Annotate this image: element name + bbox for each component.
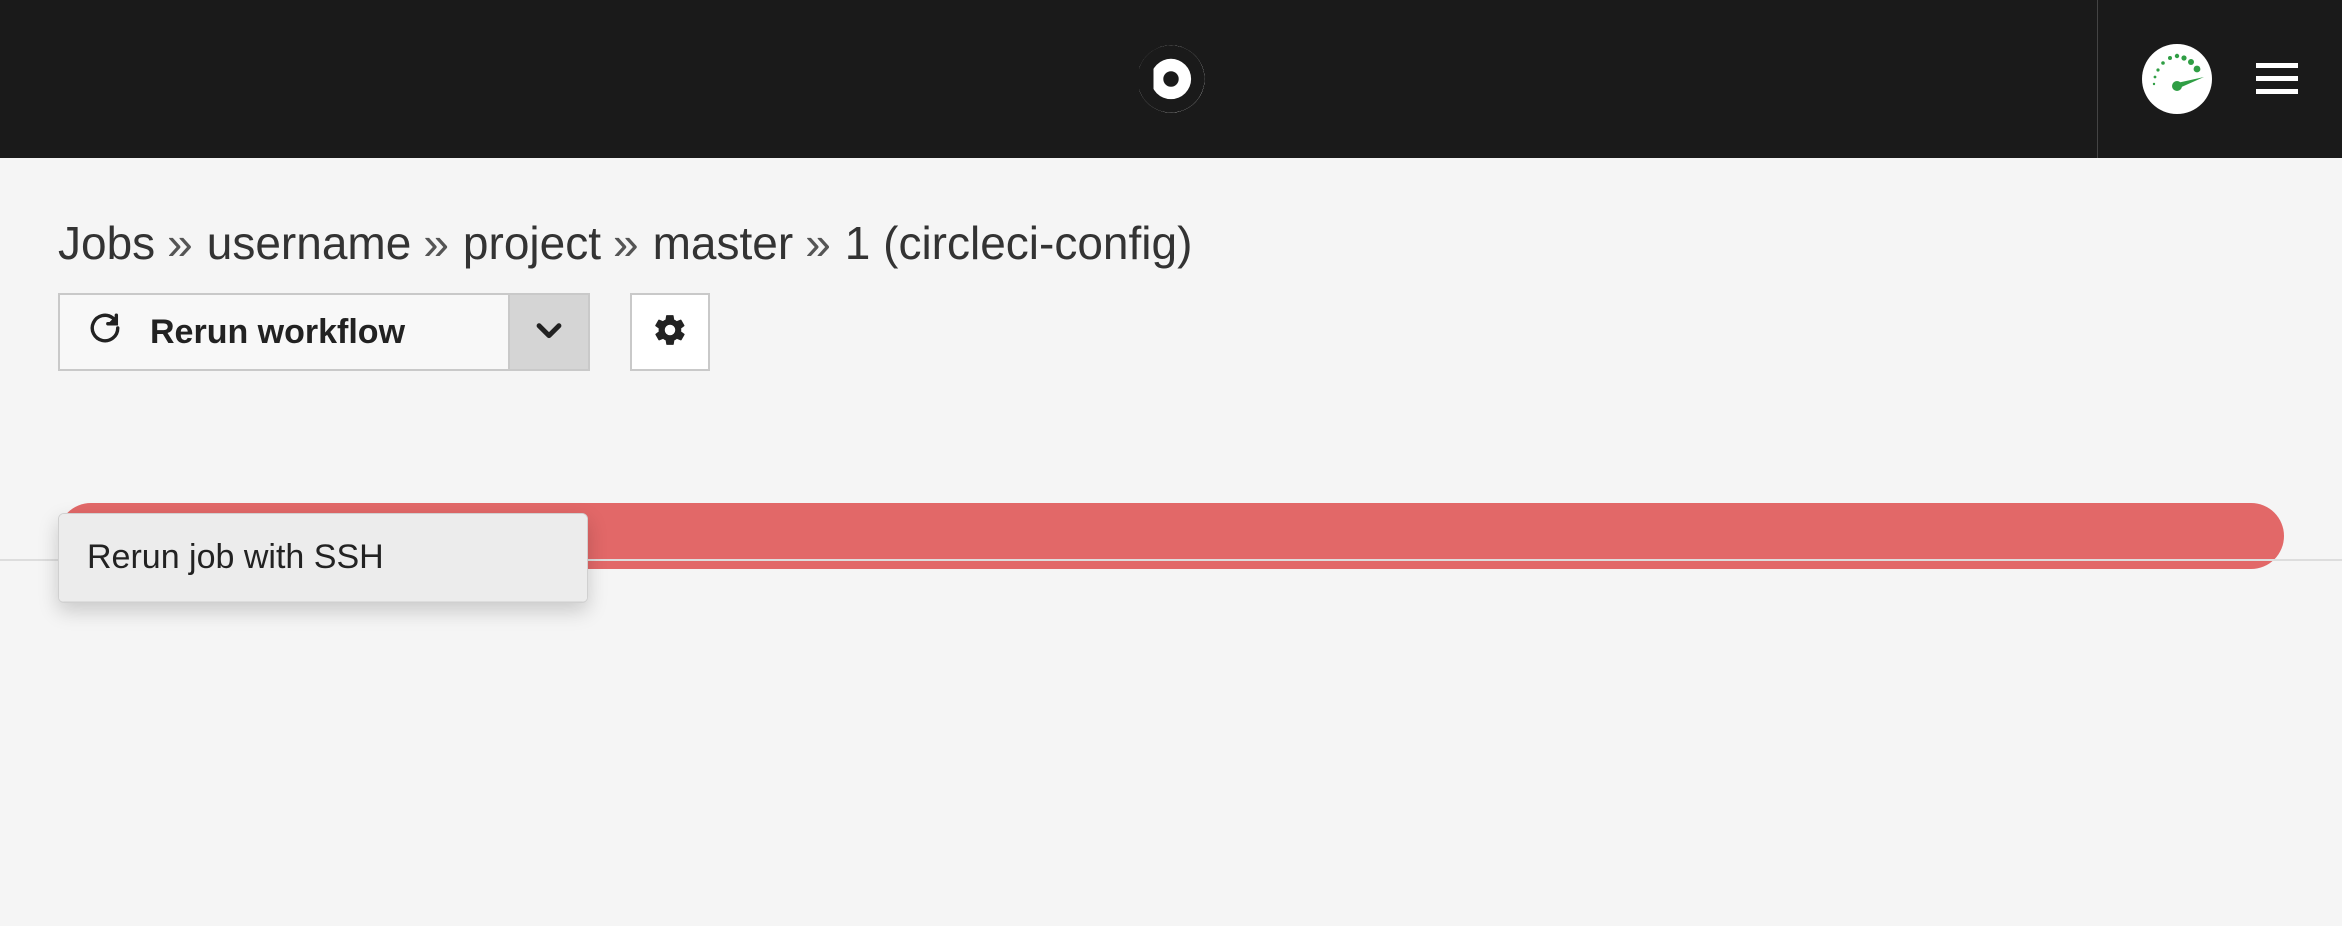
- breadcrumb-separator: »: [805, 216, 831, 271]
- settings-button[interactable]: [630, 293, 710, 371]
- app-header: [0, 0, 2342, 158]
- status-gauge-icon[interactable]: [2142, 44, 2212, 114]
- breadcrumb-item-project[interactable]: project: [463, 216, 601, 271]
- gear-icon: [652, 312, 688, 353]
- dropdown-item-rerun-ssh[interactable]: Rerun job with SSH: [59, 514, 587, 602]
- below-actions: Rerun job with SSH FAILED: [58, 503, 2284, 569]
- breadcrumb-separator: »: [423, 216, 449, 271]
- header-divider: [2097, 0, 2098, 158]
- breadcrumb-item-jobs[interactable]: Jobs: [58, 216, 155, 271]
- rerun-workflow-button[interactable]: Rerun workflow: [58, 293, 510, 371]
- breadcrumb-item-username[interactable]: username: [207, 216, 412, 271]
- rerun-dropdown-toggle[interactable]: [510, 293, 590, 371]
- breadcrumb-separator: »: [613, 216, 639, 271]
- hamburger-menu-icon[interactable]: [2256, 63, 2298, 95]
- chevron-down-icon: [532, 313, 566, 352]
- breadcrumb-separator: »: [167, 216, 193, 271]
- page-content: Jobs » username » project » master » 1 (…: [0, 158, 2342, 569]
- breadcrumb: Jobs » username » project » master » 1 (…: [58, 216, 2284, 271]
- rerun-dropdown-menu: Rerun job with SSH: [58, 513, 588, 603]
- rerun-workflow-label: Rerun workflow: [150, 313, 405, 352]
- header-right: [2097, 0, 2342, 158]
- actions-row: Rerun workflow: [58, 293, 2284, 371]
- refresh-icon: [88, 311, 122, 354]
- breadcrumb-item-branch[interactable]: master: [653, 216, 794, 271]
- breadcrumb-item-build: 1 (circleci-config): [845, 216, 1193, 271]
- circleci-logo: [1136, 44, 1206, 114]
